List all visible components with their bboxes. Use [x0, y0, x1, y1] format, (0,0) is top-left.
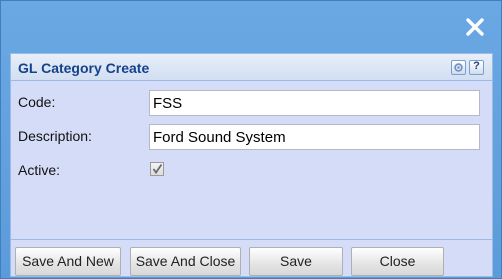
panel-title: GL Category Create — [18, 60, 150, 76]
dialog-window: GL Category Create ? Code: Description: … — [0, 0, 502, 279]
close-button[interactable]: Close — [351, 247, 444, 276]
help-glyph: ? — [473, 60, 480, 72]
button-bar: Save And New Save And Close Save Close — [11, 239, 492, 276]
active-checkbox[interactable] — [150, 162, 164, 176]
save-button[interactable]: Save — [249, 247, 343, 276]
form-panel: GL Category Create ? Code: Description: … — [10, 53, 493, 277]
description-label: Description: — [18, 128, 92, 144]
gear-icon[interactable] — [451, 60, 466, 75]
description-input[interactable] — [149, 124, 480, 150]
panel-header: GL Category Create ? — [11, 54, 492, 81]
help-icon[interactable]: ? — [469, 60, 484, 75]
checkmark-icon — [152, 163, 163, 175]
close-icon[interactable] — [463, 15, 487, 39]
code-input[interactable] — [149, 90, 480, 116]
active-label: Active: — [18, 162, 61, 178]
code-label: Code: — [18, 94, 56, 110]
save-and-new-button[interactable]: Save And New — [15, 247, 121, 276]
save-and-close-button[interactable]: Save And Close — [130, 247, 241, 276]
